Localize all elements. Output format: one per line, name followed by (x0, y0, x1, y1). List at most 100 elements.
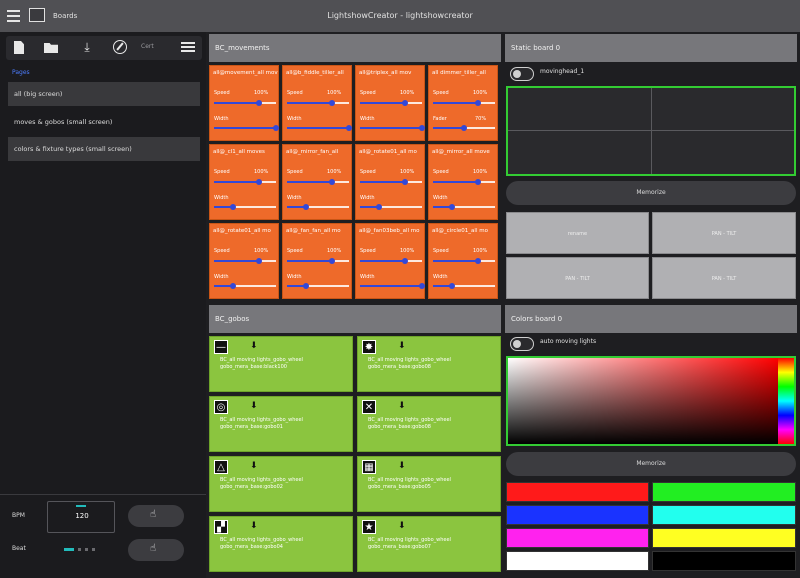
gobo-tile[interactable]: ✸ ⬇ BC_all moving lights_gobo_wheel gobo_m… (357, 336, 501, 392)
color-swatch[interactable] (506, 551, 649, 571)
movement-tile[interactable]: all@_mirror_all move Speed 100% Width (428, 144, 498, 220)
speed-slider-knob[interactable] (474, 258, 481, 264)
bpm-field[interactable]: 120 (47, 501, 115, 533)
width-slider-knob[interactable] (302, 283, 309, 289)
rename-button[interactable]: rename (506, 212, 649, 254)
color-swatch[interactable] (506, 528, 649, 548)
gobo-description: BC_all moving lights_gobo_wheel gobo_mer… (220, 477, 303, 490)
page-item-moves-gobos[interactable]: moves & gobos (small screen) (8, 110, 200, 134)
width-slider-knob[interactable] (229, 204, 236, 210)
gobo-tile[interactable]: ▞ ⬇ BC_all moving lights_gobo_wheel gobo_m… (209, 516, 353, 572)
compass-icon[interactable] (113, 40, 127, 54)
static-memorize-button[interactable]: Memorize (506, 181, 796, 205)
movinghead-toggle[interactable] (510, 67, 534, 81)
movement-tile[interactable]: all@b_fiddle_tiller_all Speed 100% Width (282, 65, 352, 141)
width-slider-knob[interactable] (419, 283, 425, 289)
speed-slider-knob[interactable] (328, 179, 335, 185)
color-swatch[interactable] (506, 482, 649, 502)
width-slider-knob[interactable] (375, 204, 382, 210)
colors-memorize-button[interactable]: Memorize (506, 452, 796, 476)
speed-slider-knob[interactable] (255, 258, 262, 264)
gobo-tile[interactable]: ★ ⬇ BC_all moving lights_gobo_wheel gobo_m… (357, 516, 501, 572)
movement-tile[interactable]: all@_rotate01_all mo Speed 100% Width (209, 223, 279, 299)
static-board-header: Static board 0 (505, 34, 797, 62)
pan-tilt-pad[interactable] (506, 86, 796, 176)
pan-tilt-button-3[interactable]: PAN - TILT (652, 257, 796, 299)
gobo-tile[interactable]: ◎ ⬇ BC_all moving lights_gobo_wheel gobo_m… (209, 396, 353, 452)
pan-tilt-button-2[interactable]: PAN - TILT (506, 257, 649, 299)
pad-vertical-axis (651, 88, 652, 174)
speed-slider-fill (214, 181, 259, 183)
arrow-down-icon: ⬇ (250, 401, 258, 411)
movement-tile[interactable]: all@_cl1_all moves Speed 100% Width (209, 144, 279, 220)
color-swatch[interactable] (652, 551, 796, 571)
speed-slider-knob[interactable] (401, 258, 408, 264)
width-label: Width (214, 116, 229, 122)
speed-slider-knob[interactable] (255, 179, 262, 185)
width-slider-knob[interactable] (448, 204, 455, 210)
gobo-tile[interactable]: — ⬇ BC_all moving lights_gobo_wheel gobo_m… (209, 336, 353, 392)
speed-value: 100% (473, 248, 488, 254)
arrow-down-icon: ⬇ (398, 401, 406, 411)
movement-tile[interactable]: all@_mirror_fan_all Speed 100% Width (282, 144, 352, 220)
movement-tile[interactable]: all@movement_all mov Speed 100% Width (209, 65, 279, 141)
hue-slider[interactable] (778, 358, 794, 444)
new-file-icon[interactable] (14, 41, 24, 54)
beat-label: Beat (12, 545, 26, 552)
width-slider-knob[interactable] (302, 204, 309, 210)
speed-slider-knob[interactable] (401, 179, 408, 185)
movement-tile[interactable]: all@triplex_all mov Speed 100% Width (355, 65, 425, 141)
speed-slider-fill (360, 102, 405, 104)
speed-slider-knob[interactable] (474, 100, 481, 106)
movement-tile[interactable]: all@_circle01_all mo Speed 100% Width (428, 223, 498, 299)
width-label: Width (433, 274, 448, 280)
auto-moving-lights-toggle[interactable] (510, 337, 534, 351)
width-slider-knob[interactable] (229, 283, 236, 289)
page-item-all[interactable]: all (big screen) (8, 82, 200, 106)
speed-slider-fill (360, 181, 405, 183)
list-icon[interactable] (181, 41, 195, 53)
triangle-gobo-icon: △ (214, 460, 228, 474)
speed-slider-knob[interactable] (401, 100, 408, 106)
width-label: Width (287, 195, 302, 201)
color-picker[interactable] (506, 356, 796, 446)
color-swatch[interactable] (506, 505, 649, 525)
hamburger-icon[interactable] (7, 7, 20, 23)
width-slider-knob[interactable] (273, 125, 279, 131)
width-label: Width (360, 195, 375, 201)
movement-tile[interactable]: all@_fan_fan_all mo Speed 100% Width (282, 223, 352, 299)
page-item-colors-fixtures[interactable]: colors & fixture types (small screen) (8, 137, 200, 161)
gobo-tile[interactable]: △ ⬇ BC_all moving lights_gobo_wheel gobo_m… (209, 456, 353, 512)
width-slider-knob[interactable] (346, 125, 352, 131)
top-bar: LightshowCreator - lightshowcreator Boar… (0, 0, 800, 32)
file-toolbar (6, 36, 202, 60)
speed-slider-knob[interactable] (328, 100, 335, 106)
download-icon[interactable]: ⤓ (80, 40, 94, 55)
speed-slider-fill (287, 181, 332, 183)
speed-slider-knob[interactable] (474, 179, 481, 185)
panel-icon[interactable] (29, 8, 45, 22)
movement-tile[interactable]: all@_rotate01_all mo Speed 100% Width (355, 144, 425, 220)
gobo-tile[interactable]: ✕ ⬇ BC_all moving lights_gobo_wheel gobo_m… (357, 396, 501, 452)
width-slider-knob[interactable] (461, 125, 467, 131)
speed-slider-knob[interactable] (328, 258, 335, 264)
gobo-tile[interactable]: ▦ ⬇ BC_all moving lights_gobo_wheel gobo_m… (357, 456, 501, 512)
color-saturation-area[interactable] (508, 358, 778, 444)
width-slider-knob[interactable] (419, 125, 425, 131)
speed-label: Speed (433, 90, 449, 96)
color-swatch[interactable] (652, 482, 796, 502)
color-swatch[interactable] (652, 505, 796, 525)
movement-tile[interactable]: all dimmer_tiller_all Speed 100% Fader 70% (428, 65, 498, 141)
width-slider-knob[interactable] (448, 283, 455, 289)
bpm-tap-button[interactable]: ☝ (128, 505, 184, 527)
gobo-description: BC_all moving lights_gobo_wheel gobo_mer… (220, 537, 303, 550)
boards-label[interactable]: Boards (53, 0, 77, 32)
speed-slider-knob[interactable] (255, 100, 262, 106)
pan-tilt-button-1[interactable]: PAN - TILT (652, 212, 796, 254)
width-label: Width (214, 274, 229, 280)
beat-tap-button[interactable]: ☝ (128, 539, 184, 561)
color-swatch[interactable] (652, 528, 796, 548)
width-label: Width (360, 116, 375, 122)
arrow-down-icon: ⬇ (398, 521, 406, 531)
movement-tile[interactable]: all@_fan03beb_all mo Speed 100% Width (355, 223, 425, 299)
